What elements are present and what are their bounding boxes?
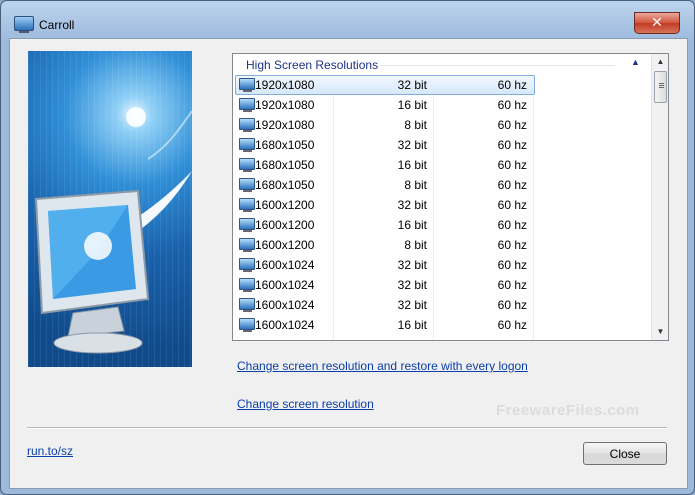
resolution-cell: 1680x1050 (255, 178, 315, 192)
color-depth-cell: 8 bit (404, 118, 427, 132)
color-depth-cell: 16 bit (397, 318, 427, 332)
group-divider (381, 65, 615, 66)
client-area: High Screen Resolutions ▲ 1920x1080 32 bi… (9, 38, 688, 489)
window-close-button[interactable]: ✕ (634, 12, 680, 34)
monitor-icon (239, 298, 255, 312)
refresh-rate-cell: 60 hz (497, 218, 527, 232)
watermark: FreewareFiles.com (496, 402, 640, 419)
vertical-scrollbar[interactable]: ▲ ▼ (651, 54, 668, 340)
resolution-cell: 1920x1080 (255, 98, 315, 112)
group-header[interactable]: High Screen Resolutions ▲ (233, 54, 649, 74)
monitor-icon (239, 158, 255, 172)
resolution-cell: 1600x1024 (255, 258, 315, 272)
monitor-icon (239, 258, 255, 272)
list-item[interactable]: 1920x1080 16 bit 60 hz (233, 95, 649, 115)
color-depth-cell: 32 bit (397, 258, 427, 272)
color-depth-cell: 16 bit (397, 98, 427, 112)
scroll-thumb[interactable] (654, 71, 667, 103)
color-depth-cell: 16 bit (397, 218, 427, 232)
color-depth-cell: 8 bit (404, 238, 427, 252)
monitor-arrow-illustration (34, 107, 192, 354)
list-item[interactable]: 1680x1050 32 bit 60 hz (233, 135, 649, 155)
change-resolution-link[interactable]: Change screen resolution (237, 397, 374, 411)
resolution-cell: 1600x1200 (255, 198, 315, 212)
website-link[interactable]: run.to/sz (27, 444, 73, 458)
resolution-cell: 1680x1050 (255, 158, 315, 172)
color-depth-cell: 32 bit (397, 278, 427, 292)
color-depth-cell: 32 bit (397, 138, 427, 152)
color-depth-cell: 8 bit (404, 178, 427, 192)
monitor-icon (239, 178, 255, 192)
list-item[interactable]: 1600x1200 32 bit 60 hz (233, 195, 649, 215)
main-window: Carroll ✕ High Screen Resolutions ▲ 1920… (0, 0, 695, 495)
resolution-cell: 1600x1200 (255, 218, 315, 232)
list-rows: 1920x1080 32 bit 60 hz 1920x1080 16 bit 60 hz… (233, 75, 649, 335)
refresh-rate-cell: 60 hz (497, 78, 527, 92)
refresh-rate-cell: 60 hz (497, 178, 527, 192)
title-bar[interactable]: Carroll ✕ (1, 1, 694, 34)
color-depth-cell: 32 bit (397, 198, 427, 212)
refresh-rate-cell: 60 hz (497, 138, 527, 152)
resolution-cell: 1600x1024 (255, 318, 315, 332)
list-item[interactable]: 1600x1024 16 bit 60 hz (233, 315, 649, 335)
resolution-list[interactable]: High Screen Resolutions ▲ 1920x1080 32 bi… (232, 53, 669, 341)
refresh-rate-cell: 60 hz (497, 158, 527, 172)
refresh-rate-cell: 60 hz (497, 238, 527, 252)
color-depth-cell: 32 bit (397, 78, 427, 92)
list-item[interactable]: 1920x1080 32 bit 60 hz (233, 75, 649, 95)
refresh-rate-cell: 60 hz (497, 278, 527, 292)
color-depth-cell: 32 bit (397, 298, 427, 312)
list-item[interactable]: 1600x1024 32 bit 60 hz (233, 275, 649, 295)
footer-divider (27, 427, 667, 429)
monitor-icon (239, 98, 255, 112)
resolution-cell: 1920x1080 (255, 118, 315, 132)
group-title: High Screen Resolutions (246, 58, 379, 72)
refresh-rate-cell: 60 hz (497, 298, 527, 312)
chevron-up-icon[interactable]: ▲ (631, 57, 643, 69)
monitor-icon (239, 218, 255, 232)
monitor-icon (239, 238, 255, 252)
scroll-down-button[interactable]: ▼ (652, 324, 668, 340)
resolution-cell: 1680x1050 (255, 138, 315, 152)
scroll-up-button[interactable]: ▲ (652, 54, 668, 70)
resolution-cell: 1600x1200 (255, 238, 315, 252)
close-button[interactable]: Close (583, 442, 667, 465)
monitor-icon (239, 318, 255, 332)
refresh-rate-cell: 60 hz (497, 258, 527, 272)
list-item[interactable]: 1680x1050 8 bit 60 hz (233, 175, 649, 195)
resolution-cell: 1600x1024 (255, 298, 315, 312)
list-item[interactable]: 1680x1050 16 bit 60 hz (233, 155, 649, 175)
grip-icon (659, 83, 664, 89)
resolution-cell: 1600x1024 (255, 278, 315, 292)
refresh-rate-cell: 60 hz (497, 318, 527, 332)
monitor-icon (239, 278, 255, 292)
monitor-icon (14, 16, 34, 33)
banner-image (28, 51, 192, 367)
list-item[interactable]: 1600x1200 16 bit 60 hz (233, 215, 649, 235)
monitor-icon (239, 118, 255, 132)
refresh-rate-cell: 60 hz (497, 98, 527, 112)
monitor-icon (239, 78, 255, 92)
refresh-rate-cell: 60 hz (497, 198, 527, 212)
monitor-icon (239, 138, 255, 152)
list-item[interactable]: 1920x1080 8 bit 60 hz (233, 115, 649, 135)
window-title: Carroll (39, 18, 75, 32)
monitor-icon (239, 198, 255, 212)
list-item[interactable]: 1600x1200 8 bit 60 hz (233, 235, 649, 255)
change-and-restore-link[interactable]: Change screen resolution and restore wit… (237, 359, 528, 373)
color-depth-cell: 16 bit (397, 158, 427, 172)
list-item[interactable]: 1600x1024 32 bit 60 hz (233, 295, 649, 315)
refresh-rate-cell: 60 hz (497, 118, 527, 132)
list-item[interactable]: 1600x1024 32 bit 60 hz (233, 255, 649, 275)
resolution-cell: 1920x1080 (255, 78, 315, 92)
